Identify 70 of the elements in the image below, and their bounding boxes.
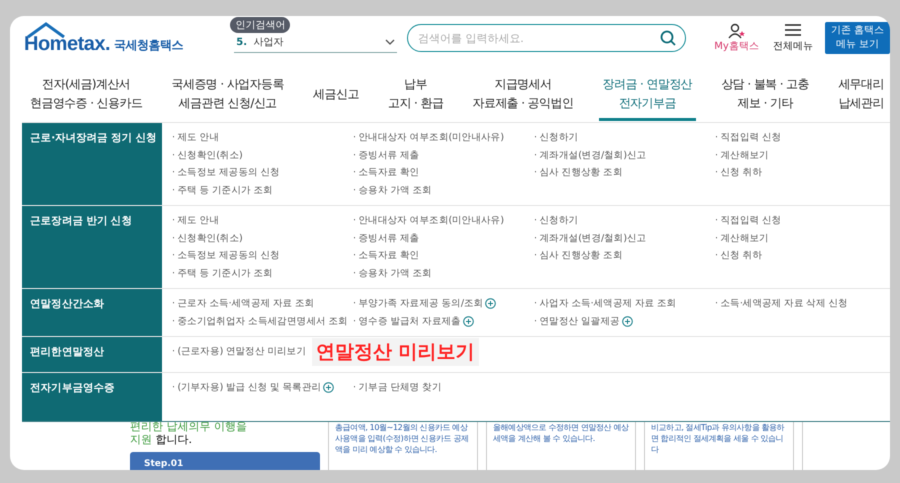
popular-search-dropdown[interactable]: 5. 사업자 <box>234 32 397 53</box>
chevron-down-icon <box>384 39 395 45</box>
menu-link[interactable]: · 계좌개설(변경/철회)신고 <box>534 146 646 164</box>
legacy-menu-button[interactable]: 기존 홈택스 메뉴 보기 <box>824 22 890 54</box>
menu-link[interactable]: · 신청하기 <box>534 129 578 146</box>
menu-link[interactable]: · 주택 등 기준시가 조회 <box>172 264 273 282</box>
menu-link[interactable]: · 중소기업취업자 소득세감면명세서 조회 <box>172 312 348 330</box>
menu-link[interactable]: · 신청하기 <box>534 212 578 230</box>
menu-section-title[interactable]: 근로·자녀장려금 정기 신청 <box>22 123 162 205</box>
menu-section-title[interactable]: 연말정산간소화 <box>22 289 162 336</box>
nav-tab[interactable]: 세금신고 <box>309 70 363 121</box>
nav-tab[interactable]: 전자(세금)계산서 현금영수증 · 신용카드 <box>26 70 146 121</box>
nav-tab[interactable]: 상담 · 불복 · 고충 제보 · 기타 <box>717 70 814 121</box>
all-menu-button[interactable]: 전체메뉴 <box>772 24 813 52</box>
menu-link[interactable]: · 연말정산 일괄제공 <box>534 312 620 330</box>
menu-link[interactable]: · 제도 안내 <box>172 129 219 146</box>
menu-link[interactable]: · 소득자료 확인 <box>353 164 420 182</box>
menu-link[interactable]: · 계좌개설(변경/철회)신고 <box>534 230 646 247</box>
menu-link[interactable]: · 소득정보 제공동의 신청 <box>172 247 280 264</box>
menu-link[interactable]: · 주택 등 기준시가 조회 <box>172 182 273 199</box>
search-icon[interactable] <box>660 30 676 46</box>
menu-link[interactable]: · 영수증 발급처 자료제출 <box>353 312 461 330</box>
menu-link[interactable]: · 직접입력 신청 <box>715 129 782 146</box>
menu-link[interactable]: · 신청확인(취소) <box>172 230 242 247</box>
nav-tab[interactable]: 국세증명 · 사업자등록 세금관련 신청/신고 <box>168 70 288 121</box>
menu-icon <box>784 24 801 36</box>
menu-link[interactable]: · 신청 취하 <box>715 247 762 264</box>
user-icon <box>728 23 746 39</box>
menu-link[interactable]: · 심사 진행상황 조회 <box>534 247 622 264</box>
plus-circle-icon[interactable] <box>485 298 496 310</box>
menu-link[interactable]: · 직접입력 신청 <box>715 212 782 230</box>
menu-link[interactable]: · 소득·세액공제 자료 삭제 신청 <box>715 295 848 312</box>
menu-link[interactable]: · 안내대상자 여부조회(미안내사유) <box>353 129 504 146</box>
search-field[interactable]: 검색어를 입력하세요. <box>406 24 686 52</box>
menu-link[interactable]: · 소득정보 제공동의 신청 <box>172 164 280 182</box>
menu-link[interactable]: · 증빙서류 제출 <box>353 146 420 164</box>
menu-link[interactable]: · 기부금 단체명 찾기 <box>353 379 442 396</box>
menu-link[interactable]: · 소득자료 확인 <box>353 247 420 264</box>
menu-link[interactable]: · 승용차 가액 조회 <box>353 264 432 282</box>
menu-link[interactable]: · 신청확인(취소) <box>172 146 242 164</box>
menu-link[interactable]: · 계산해보기 <box>715 146 769 164</box>
menu-link[interactable]: · 계산해보기 <box>715 230 769 247</box>
nav-tab[interactable]: 세무대리 납세관리 <box>834 70 888 121</box>
menu-link[interactable]: · 사업자 소득·세액공제 자료 조회 <box>534 295 676 312</box>
logo-brand[interactable]: Hometax. <box>24 33 110 55</box>
intro-text: 지원 합니다. <box>130 433 193 446</box>
menu-link[interactable]: · 안내대상자 여부조회(미안내사유) <box>353 212 504 230</box>
menu-link[interactable]: · (근로자용) 연말정산 미리보기 <box>172 343 306 360</box>
plus-circle-icon[interactable] <box>323 382 334 394</box>
menu-section-title[interactable]: 전자기부금영수증 <box>22 373 162 407</box>
plus-circle-icon[interactable] <box>622 316 633 327</box>
my-hometax-link[interactable]: My홈택스 <box>714 23 759 53</box>
plus-circle-icon[interactable] <box>462 316 474 327</box>
menu-link[interactable]: · 승용차 가액 조회 <box>353 182 432 199</box>
step-card[interactable]: Step.01 <box>130 452 320 470</box>
menu-section-title[interactable]: 근로장려금 반기 신청 <box>22 206 162 288</box>
menu-link[interactable]: · 제도 안내 <box>172 212 219 230</box>
nav-tab[interactable]: 지급명세서 자료제출 · 공익법인 <box>468 70 578 121</box>
menu-link[interactable]: · (기부자용) 발급 신청 및 목록관리 <box>172 379 322 396</box>
popular-search-badge: 인기검색어 <box>230 17 290 33</box>
menu-link[interactable]: · 증빙서류 제출 <box>353 230 420 247</box>
intro-text: 편리한 납세의무 이행을 <box>130 420 248 433</box>
menu-link[interactable]: · 심사 진행상황 조회 <box>534 164 622 182</box>
menu-link[interactable]: · 신청 취하 <box>715 164 762 182</box>
callout-annotation: 연말정산 미리보기 <box>312 338 479 366</box>
nav-tab[interactable]: 납부 고지 · 환급 <box>384 70 448 121</box>
menu-link[interactable]: · 부양가족 자료제공 동의/조회 <box>353 295 484 312</box>
logo-name[interactable]: 국세청홈택스 <box>114 35 184 55</box>
menu-section-title[interactable]: 편리한연말정산 <box>22 337 162 372</box>
menu-link[interactable]: · 근로자 소득·세액공제 자료 조회 <box>172 295 314 312</box>
